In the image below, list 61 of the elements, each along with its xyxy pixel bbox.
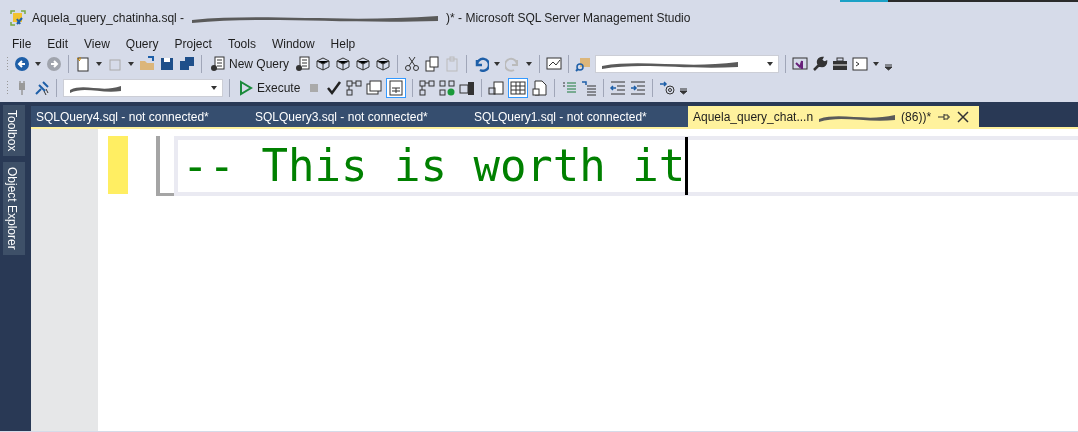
menu-item[interactable]: Project (166, 36, 220, 51)
specify-values-icon[interactable] (659, 80, 676, 96)
results-text-icon[interactable] (488, 80, 505, 96)
menu-item[interactable]: View (76, 36, 118, 51)
side-tab[interactable]: Object Explorer (3, 162, 25, 256)
execute-button[interactable]: Execute (236, 80, 303, 96)
server-combo[interactable] (595, 55, 780, 73)
menu-item[interactable]: Tools (219, 36, 264, 51)
server-icon[interactable] (459, 80, 476, 96)
plan-check-icon[interactable] (439, 80, 456, 96)
save-icon[interactable] (159, 56, 175, 72)
decrease-indent-icon[interactable] (610, 80, 627, 96)
menu-item[interactable]: Help (322, 36, 364, 51)
command-window-icon[interactable] (852, 56, 869, 72)
close-icon[interactable] (955, 108, 972, 125)
window-title: )* - Microsoft SQL Server Management Studio (446, 10, 691, 25)
database-query-icon[interactable] (210, 56, 226, 72)
database-query-icon[interactable] (295, 56, 312, 72)
play-icon[interactable] (238, 80, 254, 96)
results-file-icon[interactable] (532, 80, 549, 96)
copy-icon[interactable] (424, 56, 441, 72)
database-combo[interactable] (63, 79, 223, 97)
windows-icon[interactable] (366, 80, 383, 96)
document-tab[interactable]: SQLQuery4.sql - not connected* (31, 106, 250, 127)
document-tab[interactable]: Aquela_query_chat...n (86))* (688, 106, 980, 127)
text-caret (685, 137, 689, 195)
undo-icon[interactable] (473, 56, 490, 72)
uncomment-lines-icon[interactable] (581, 80, 598, 96)
find-folder-icon[interactable] (575, 56, 592, 72)
cube-icon[interactable] (355, 56, 372, 72)
menu-item[interactable]: Query (117, 36, 167, 51)
side-tab[interactable]: Toolbox (3, 105, 25, 157)
cube-icon[interactable] (335, 56, 352, 72)
outline-bracket (156, 136, 174, 196)
activity-monitor-icon[interactable] (546, 56, 563, 72)
new-file-icon[interactable] (75, 56, 91, 72)
parse-icon[interactable] (326, 80, 343, 96)
document-tab[interactable]: SQLQuery3.sql - not connected* (250, 106, 469, 127)
cube-icon[interactable] (315, 56, 332, 72)
save-all-icon[interactable] (179, 56, 195, 72)
comment-lines-icon[interactable] (561, 80, 578, 96)
toolbox-icon[interactable] (832, 56, 849, 72)
back-icon[interactable] (14, 56, 30, 72)
cut-icon[interactable] (404, 56, 421, 72)
wrench-icon[interactable] (812, 56, 829, 72)
ssms-logo-icon[interactable] (10, 9, 26, 26)
menu-item[interactable]: File (4, 36, 40, 51)
change-marker (108, 136, 128, 194)
window-title: Aquela_query_chatinha.sql - (32, 10, 185, 25)
folder-icon[interactable] (139, 56, 155, 72)
document-tab[interactable]: SQLQuery1.sql - not connected* (469, 106, 688, 127)
increase-indent-icon[interactable] (630, 80, 647, 96)
execution-plan-icon[interactable] (419, 80, 436, 96)
execution-plan-icon[interactable] (346, 80, 363, 96)
cube-icon[interactable] (375, 56, 392, 72)
visual-studio-icon[interactable] (792, 56, 809, 72)
code-line: -- This is worth it (182, 140, 686, 192)
menu-item[interactable]: Edit (39, 36, 77, 51)
menu-item[interactable]: Window (263, 36, 323, 51)
new-query-button[interactable]: New Query (208, 56, 292, 72)
change-connection-icon[interactable] (34, 80, 50, 96)
